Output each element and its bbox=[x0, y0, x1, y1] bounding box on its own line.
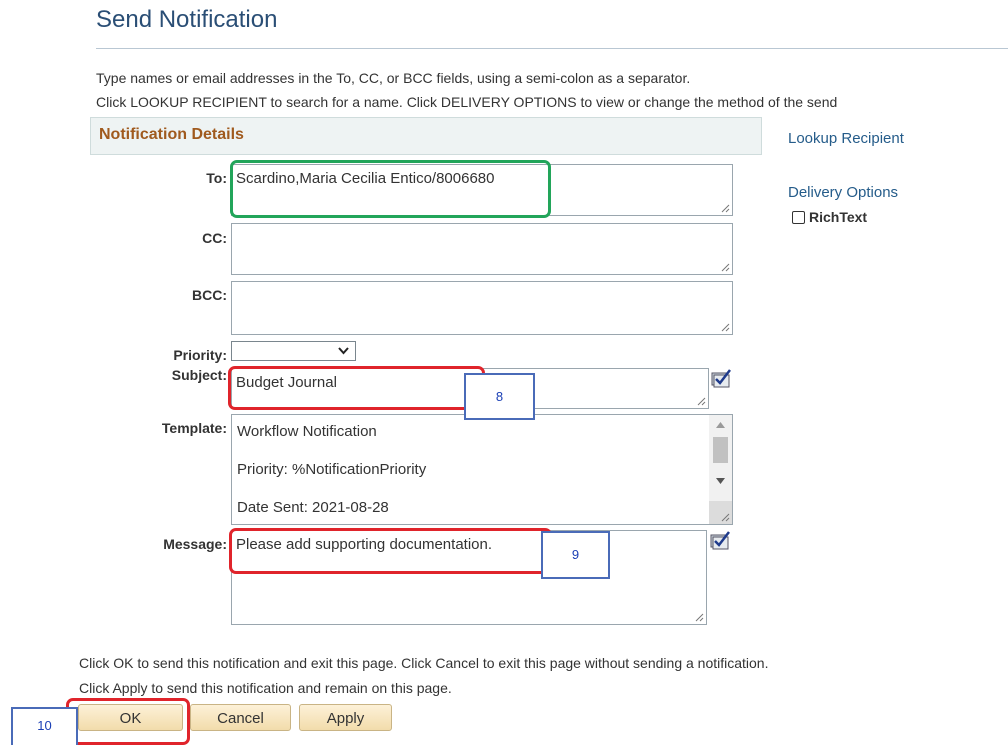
subject-label: Subject: bbox=[171, 367, 227, 383]
chevron-down-icon bbox=[338, 347, 349, 355]
callout-9: 9 bbox=[541, 531, 610, 579]
bcc-field[interactable] bbox=[231, 281, 733, 335]
resize-grip-icon[interactable] bbox=[696, 396, 706, 406]
bcc-label: BCC: bbox=[192, 287, 227, 303]
cc-label: CC: bbox=[202, 230, 227, 246]
richtext-option[interactable]: RichText bbox=[792, 209, 867, 225]
section-title: Notification Details bbox=[99, 126, 244, 143]
template-box[interactable]: Workflow Notification Priority: %Notific… bbox=[231, 414, 733, 525]
to-label: To: bbox=[206, 170, 227, 186]
instruction-line-1: Type names or email addresses in the To,… bbox=[96, 70, 691, 86]
scroll-up-icon[interactable] bbox=[715, 421, 726, 429]
priority-label: Priority: bbox=[173, 347, 227, 363]
apply-button[interactable]: Apply bbox=[299, 704, 392, 731]
footer-line-1: Click OK to send this notification and e… bbox=[79, 655, 769, 671]
ok-highlight bbox=[66, 698, 190, 745]
title-divider bbox=[96, 48, 1008, 49]
template-line: Priority: %NotificationPriority bbox=[237, 461, 427, 478]
scroll-thumb[interactable] bbox=[713, 437, 728, 463]
message-label: Message: bbox=[163, 536, 227, 552]
template-label: Template: bbox=[161, 420, 227, 436]
message-highlight bbox=[229, 528, 552, 574]
resize-grip-icon[interactable] bbox=[720, 262, 730, 272]
notification-details-header: Notification Details bbox=[90, 117, 762, 155]
resize-grip-icon[interactable] bbox=[694, 612, 704, 622]
spell-check-icon[interactable] bbox=[709, 367, 733, 389]
cc-field[interactable] bbox=[231, 223, 733, 275]
richtext-label: RichText bbox=[809, 209, 868, 225]
page-title: Send Notification bbox=[96, 6, 278, 33]
lookup-recipient-link[interactable]: Lookup Recipient bbox=[788, 130, 904, 147]
scroll-down-icon[interactable] bbox=[715, 477, 726, 485]
spell-check-icon[interactable] bbox=[708, 529, 732, 551]
template-scrollbar[interactable] bbox=[709, 415, 732, 524]
template-line: Date Sent: 2021-08-28 bbox=[237, 499, 389, 516]
instruction-line-2: Click LOOKUP RECIPIENT to search for a n… bbox=[96, 94, 838, 110]
cancel-button[interactable]: Cancel bbox=[190, 704, 291, 731]
footer-line-2: Click Apply to send this notification an… bbox=[79, 680, 452, 696]
priority-select[interactable] bbox=[231, 341, 356, 361]
callout-10: 10 bbox=[11, 707, 78, 745]
resize-grip-icon[interactable] bbox=[720, 203, 730, 213]
subject-highlight bbox=[228, 366, 485, 410]
resize-grip-icon[interactable] bbox=[720, 512, 730, 522]
richtext-checkbox[interactable] bbox=[792, 210, 805, 224]
template-line: Workflow Notification bbox=[237, 423, 377, 440]
delivery-options-link[interactable]: Delivery Options bbox=[788, 184, 898, 201]
resize-grip-icon[interactable] bbox=[720, 322, 730, 332]
to-highlight bbox=[230, 160, 551, 218]
callout-8: 8 bbox=[464, 373, 535, 420]
